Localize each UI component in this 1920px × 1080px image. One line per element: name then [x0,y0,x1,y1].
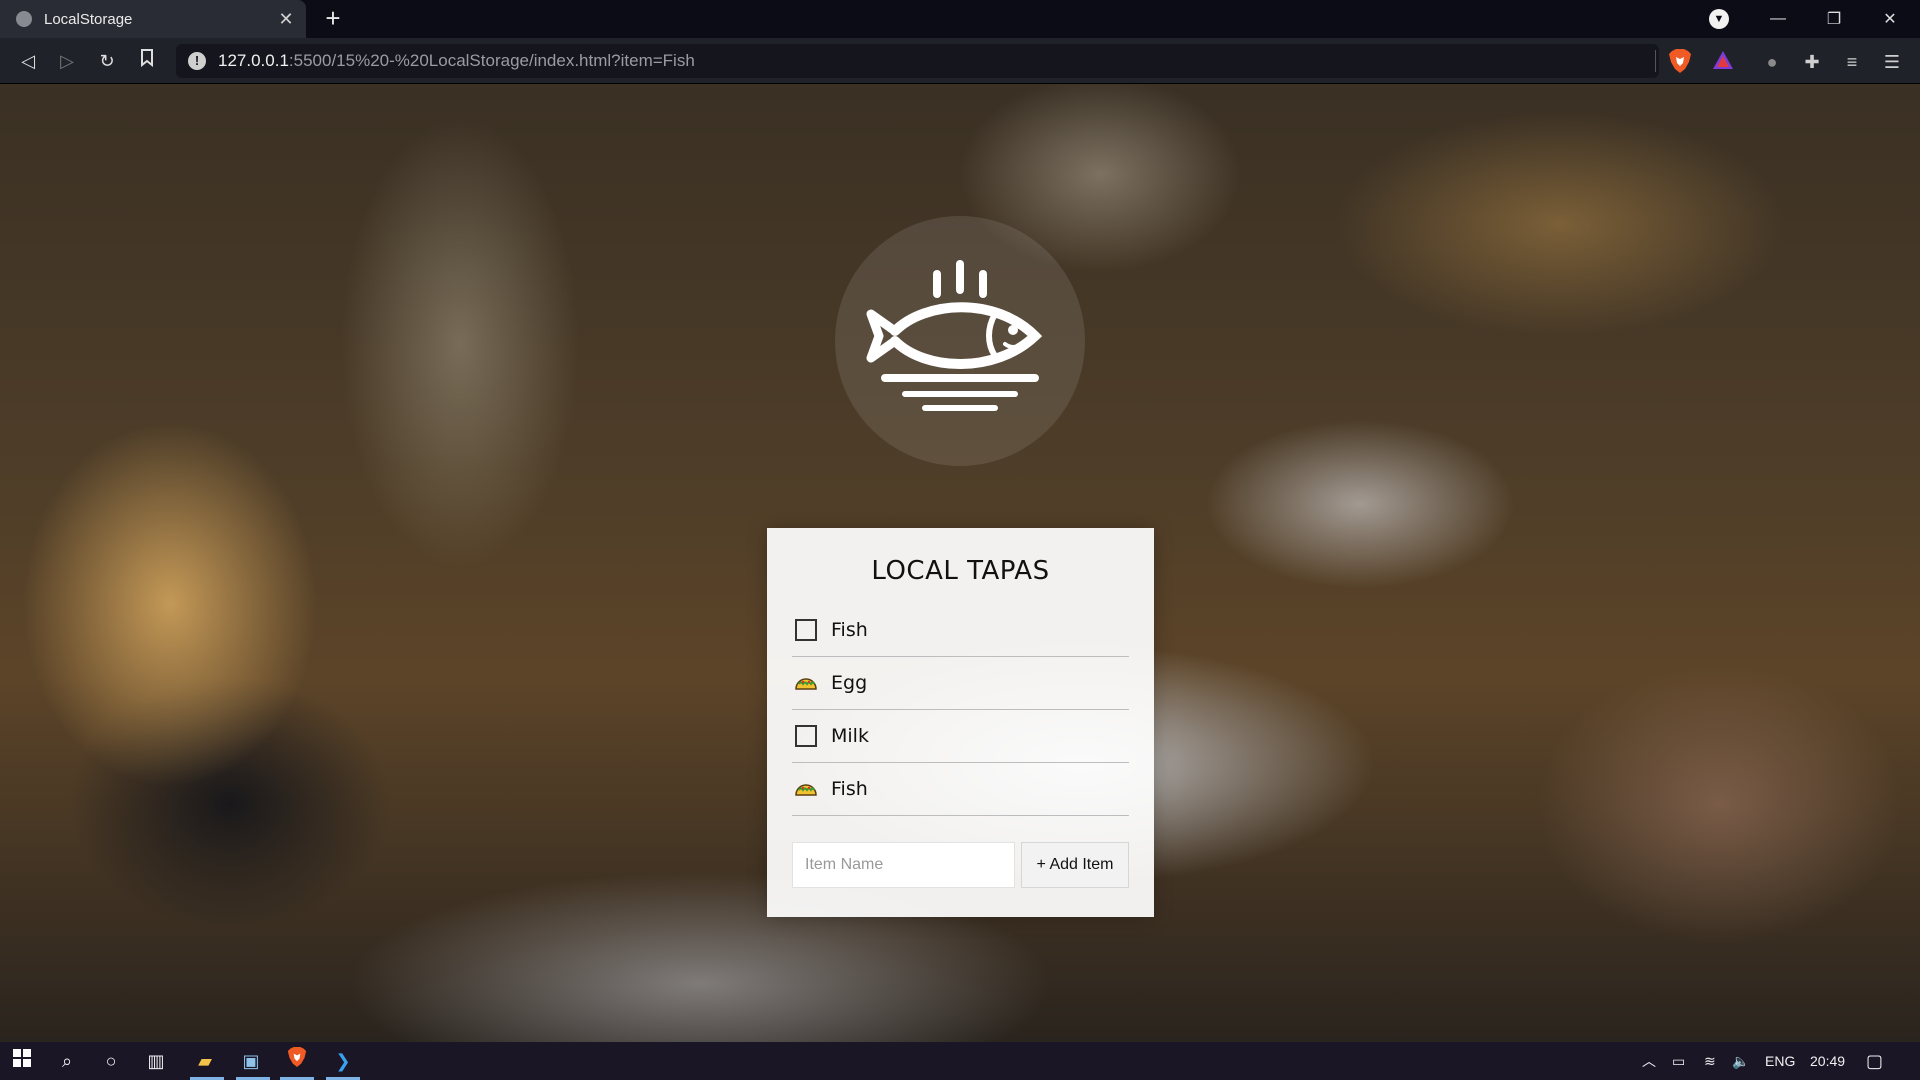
extensions-puzzle-icon[interactable]: ✚ [1800,50,1824,74]
forward-button[interactable]: ▷ [51,45,83,77]
tab-title: LocalStorage [44,10,133,28]
vscode-icon[interactable]: ❯ [328,1046,358,1076]
tapas-card: LOCAL TAPAS Fish Egg Milk Fish Item Name… [767,528,1154,917]
list-item[interactable]: Egg [792,657,1129,710]
windows-start-icon[interactable] [7,1046,37,1076]
taco-icon[interactable] [795,778,817,800]
add-item-button[interactable]: + Add Item [1021,842,1129,888]
wifi-icon[interactable]: ≋ [1704,1042,1716,1080]
page-title: LOCAL TAPAS [871,556,1050,586]
item-label: Milk [831,725,869,747]
clock[interactable]: 20:49 [1810,1042,1845,1080]
checkbox-unchecked[interactable] [795,725,817,747]
photos-icon[interactable]: ▣ [236,1046,266,1076]
list-item[interactable]: Fish [792,604,1129,657]
browser-toolbar: ◁ ▷ ↻ ! 127.0.0.1:5500/15%20-%20LocalSto… [0,38,1920,84]
reload-button[interactable]: ↻ [91,45,123,77]
item-label: Egg [831,672,868,694]
browser-tab[interactable]: LocalStorage ✕ [0,0,306,38]
tab-close-button[interactable]: ✕ [272,9,300,30]
checkbox-unchecked[interactable] [795,619,817,641]
battery-icon[interactable]: ▭ [1672,1042,1685,1080]
item-name-input[interactable] [792,842,1015,888]
toolbar-divider [1655,50,1656,72]
volume-icon[interactable]: 🔈 [1732,1042,1749,1080]
back-button[interactable]: ◁ [12,45,44,77]
list-item[interactable]: Fish [792,763,1129,816]
extension-icon[interactable]: ● [1760,50,1784,74]
site-info-icon[interactable]: ! [188,52,206,70]
item-label: Fish [831,778,868,800]
new-tab-button[interactable]: + [318,4,348,34]
search-icon[interactable]: ⌕ [52,1046,82,1076]
bookmark-icon[interactable] [131,45,163,77]
notification-icon[interactable]: ▢ [1866,1042,1883,1080]
menu-icon[interactable]: ☰ [1880,50,1904,74]
minimize-button[interactable]: — [1750,0,1806,38]
taco-icon[interactable] [795,672,817,694]
file-explorer-icon[interactable]: ▰ [190,1046,220,1076]
tab-search-icon[interactable]: ▼ [1709,9,1729,29]
restore-button[interactable]: ❐ [1806,0,1862,38]
brave-rewards-icon[interactable] [1711,48,1735,74]
add-item-form: + Add Item [792,842,1129,888]
address-bar[interactable]: ! 127.0.0.1:5500/15%20-%20LocalStorage/i… [176,44,1659,78]
tapas-list: Fish Egg Milk Fish [792,604,1129,816]
favicon-icon [16,11,32,27]
tab-bar: LocalStorage ✕ + ▼ — ❐ ✕ [0,0,1920,38]
item-label: Fish [831,619,868,641]
task-view-icon[interactable]: ▥ [141,1046,171,1076]
logo-graphic [866,260,1043,411]
list-item[interactable]: Milk [792,710,1129,763]
page-background: LOCAL TAPAS Fish Egg Milk Fish Item Name… [0,84,1920,1042]
fish-on-plate-icon [835,216,1085,466]
language-indicator[interactable]: ENG [1765,1042,1795,1080]
cortana-icon[interactable]: ○ [96,1046,126,1076]
media-playlist-icon[interactable]: ≡ [1840,50,1864,74]
tray-chevron-icon[interactable]: ︿ [1642,1042,1656,1080]
close-window-button[interactable]: ✕ [1862,0,1918,38]
windows-taskbar: ⌕ ○ ▥ ▰ ▣ ❯ ︿ ▭ ≋ 🔈 ENG 20:49 ▢ [0,1042,1920,1080]
url-text: 127.0.0.1:5500/15%20-%20LocalStorage/ind… [218,51,695,70]
brave-browser-icon[interactable] [282,1046,312,1076]
brave-shields-icon[interactable] [1668,48,1692,74]
